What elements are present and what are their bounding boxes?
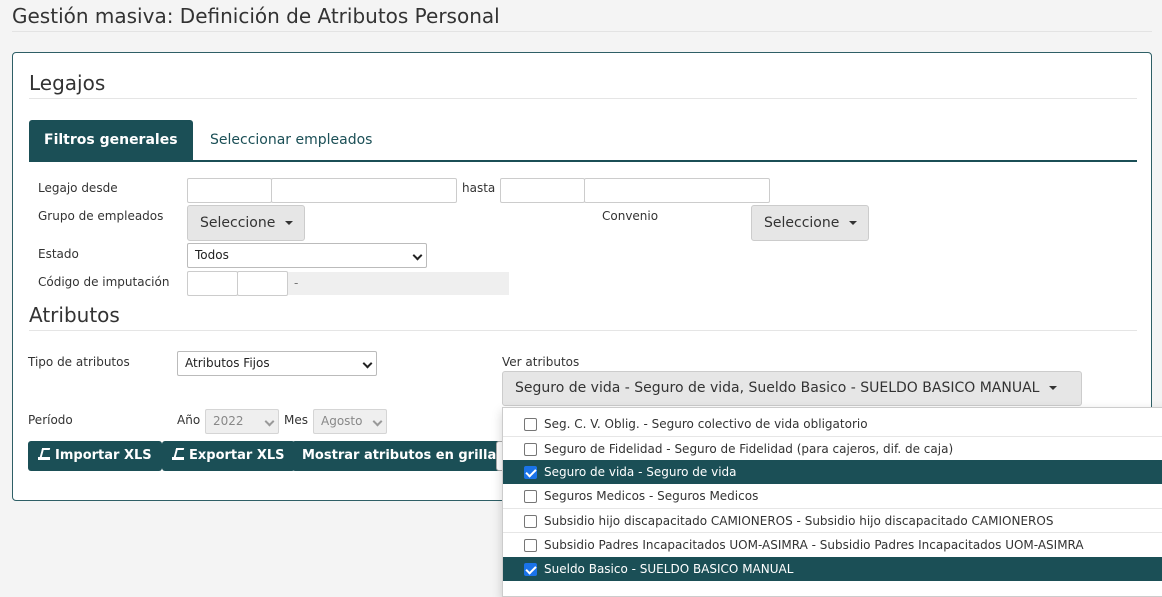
atributos-section-title: Atributos — [29, 303, 120, 327]
dropdown-item-label: Sueldo Basico - SUELDO BASICO MANUAL — [544, 562, 794, 576]
codigo-imputacion-input-2[interactable] — [237, 271, 288, 296]
dropdown-item-selected[interactable]: Seguro de vida - Seguro de vida — [503, 460, 1162, 484]
estado-select[interactable]: Todos — [187, 243, 427, 268]
legajos-divider — [29, 98, 1137, 99]
dropdown-item-label: Seguro de vida - Seguro de vida — [544, 465, 737, 479]
checkbox-checked[interactable] — [524, 466, 537, 479]
dropdown-item-selected[interactable]: Sueldo Basico - SUELDO BASICO MANUAL — [503, 557, 1162, 581]
dropdown-item[interactable]: Seg. C. V. Oblig. - Seguro colectivo de … — [503, 412, 1162, 436]
anio-select[interactable]: 2022 — [205, 409, 279, 434]
tab-seleccionar-empleados[interactable]: Seleccionar empleados — [195, 120, 387, 160]
convenio-label: Convenio — [602, 209, 659, 223]
estado-label: Estado — [38, 247, 79, 261]
checkbox-checked[interactable] — [524, 563, 537, 576]
tipo-atributos-label: Tipo de atributos — [28, 355, 130, 369]
caret-down-icon — [1049, 386, 1058, 390]
anio-label: Año — [177, 413, 201, 427]
dropdown-item-label: Subsidio Padres Incapacitados UOM-ASIMRA… — [544, 538, 1084, 552]
legajos-section-title: Legajos — [29, 71, 106, 95]
checkbox[interactable] — [524, 515, 537, 528]
checkbox[interactable] — [524, 443, 537, 456]
chevron-down-icon — [412, 250, 423, 261]
periodo-label: Período — [28, 413, 73, 427]
upload-icon — [38, 448, 50, 460]
grupo-empleados-label: Grupo de empleados — [38, 209, 164, 223]
estado-value: Todos — [195, 248, 229, 262]
dropdown-item-label: Seguros Medicos - Seguros Medicos — [544, 489, 759, 503]
tipo-atributos-value: Atributos Fijos — [185, 356, 270, 370]
legajo-hasta-name-input[interactable] — [584, 178, 770, 203]
convenio-select[interactable]: Seleccione — [751, 205, 869, 241]
legajo-hasta-code-input[interactable] — [500, 178, 585, 203]
chevron-down-icon — [264, 416, 275, 427]
legajo-desde-code-input[interactable] — [187, 178, 272, 203]
dropdown-item-label: Seguro de Fidelidad - Seguro de Fidelida… — [544, 442, 954, 456]
download-icon — [172, 448, 184, 460]
chevron-down-icon — [362, 358, 373, 369]
filter-tabs: Filtros generales Seleccionar empleados — [29, 120, 1137, 162]
chevron-down-icon — [372, 416, 383, 427]
atributos-divider — [29, 330, 1137, 331]
exportar-xls-button[interactable]: Exportar XLS — [162, 441, 295, 471]
grupo-empleados-value: Seleccione — [200, 215, 276, 231]
ver-atributos-label: Ver atributos — [502, 355, 580, 369]
caret-down-icon — [849, 221, 858, 225]
tipo-atributos-select[interactable]: Atributos Fijos — [177, 351, 377, 376]
ver-atributos-dropdown: Seg. C. V. Oblig. - Seguro colectivo de … — [502, 407, 1162, 597]
dropdown-item[interactable]: Seguro de Fidelidad - Seguro de Fidelida… — [503, 436, 1162, 460]
mes-label: Mes — [284, 413, 308, 427]
legajo-desde-name-input[interactable] — [271, 178, 457, 203]
page-title: Gestión masiva: Definición de Atributos … — [12, 4, 500, 28]
hasta-label: hasta — [462, 181, 496, 195]
convenio-value: Seleccione — [764, 215, 840, 231]
dropdown-item-label: Subsidio hijo discapacitado CAMIONEROS -… — [544, 514, 1054, 528]
exportar-xls-label: Exportar XLS — [189, 448, 285, 463]
anio-value: 2022 — [213, 414, 244, 428]
dropdown-item-label: Seg. C. V. Oblig. - Seguro colectivo de … — [544, 417, 868, 431]
title-divider — [12, 31, 1152, 32]
checkbox[interactable] — [524, 418, 537, 431]
mostrar-atributos-label: Mostrar atributos en grilla — [302, 448, 497, 463]
dropdown-item[interactable]: Subsidio hijo discapacitado CAMIONEROS -… — [503, 508, 1162, 532]
tab-filtros-generales[interactable]: Filtros generales — [29, 120, 193, 160]
ver-atributos-value: Seguro de vida - Seguro de vida, Sueldo … — [515, 380, 1040, 396]
dropdown-item[interactable]: Seguros Medicos - Seguros Medicos — [503, 484, 1162, 508]
codigo-imputacion-input-1[interactable] — [187, 271, 238, 296]
importar-xls-button[interactable]: Importar XLS — [28, 441, 162, 471]
mes-select[interactable]: Agosto — [313, 409, 387, 434]
mostrar-atributos-button[interactable]: Mostrar atributos en grilla — [292, 441, 507, 471]
ver-atributos-select[interactable]: Seguro de vida - Seguro de vida, Sueldo … — [502, 371, 1082, 406]
codigo-imputacion-label: Código de imputación — [38, 275, 170, 289]
mes-value: Agosto — [321, 414, 363, 428]
dropdown-item[interactable]: Subsidio Padres Incapacitados UOM-ASIMRA… — [503, 532, 1162, 556]
grupo-empleados-select[interactable]: Seleccione — [187, 205, 305, 241]
checkbox[interactable] — [524, 490, 537, 503]
legajo-desde-label: Legajo desde — [38, 181, 118, 195]
checkbox[interactable] — [524, 539, 537, 552]
importar-xls-label: Importar XLS — [55, 448, 152, 463]
caret-down-icon — [285, 221, 294, 225]
codigo-imputacion-description: - — [288, 272, 509, 295]
